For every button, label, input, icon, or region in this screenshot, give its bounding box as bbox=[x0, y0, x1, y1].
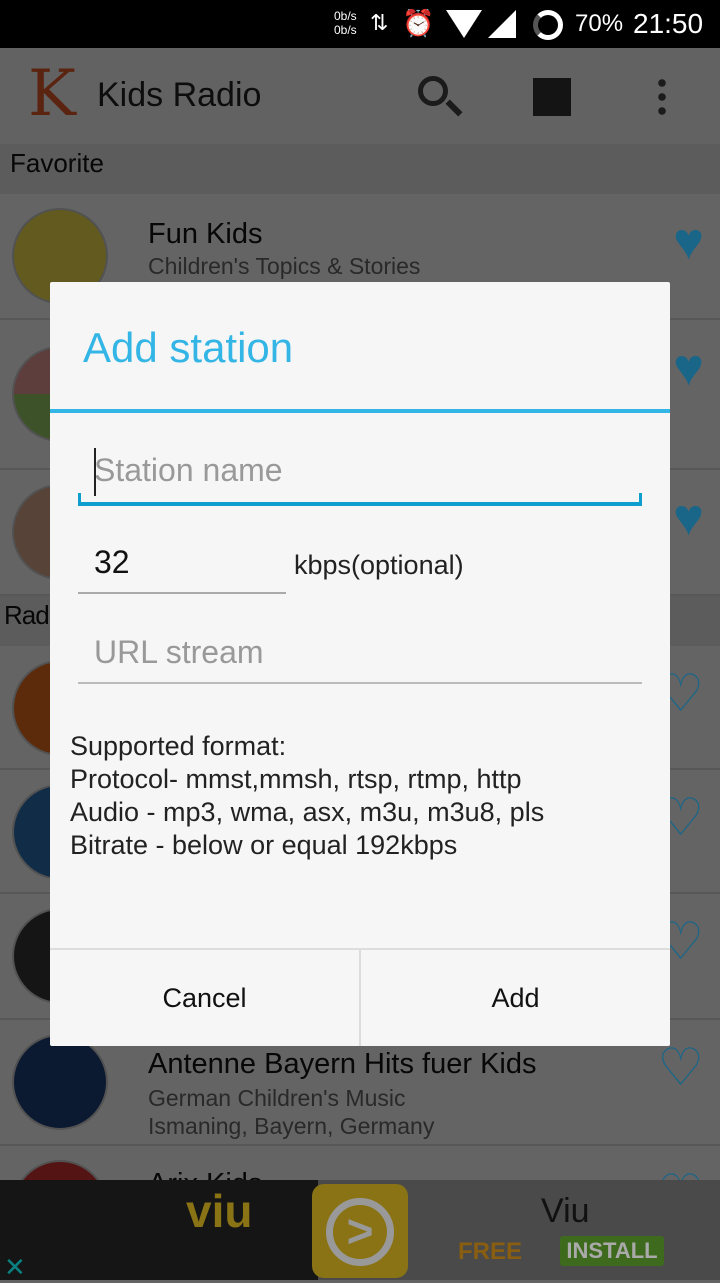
section-favorite: Favorite bbox=[0, 144, 720, 194]
ad-banner[interactable]: viu > Viu FREE INSTALL ✕ bbox=[0, 1180, 720, 1283]
signal-icon bbox=[488, 10, 516, 38]
station-name-input[interactable]: Station name bbox=[78, 448, 642, 506]
alarm-icon: ⏰ bbox=[402, 8, 435, 38]
network-speed: 0b/s 0b/s bbox=[334, 9, 357, 37]
ad-image: viu bbox=[0, 1180, 318, 1280]
wifi-icon bbox=[446, 10, 482, 38]
add-button[interactable]: Add bbox=[361, 950, 670, 1046]
station-subtitle: Children's Topics & Stories bbox=[148, 253, 421, 279]
app-bar: K Kids Radio bbox=[0, 48, 720, 144]
more-vert-icon[interactable] bbox=[658, 76, 666, 116]
app-icon: > bbox=[312, 1184, 408, 1278]
ad-brand: viu bbox=[186, 1185, 253, 1237]
title-divider bbox=[50, 409, 670, 413]
heart-filled-icon[interactable]: ♥ bbox=[673, 492, 704, 544]
supported-format-info: Supported format: Protocol- mmst,mmsh, rt… bbox=[70, 731, 545, 860]
status-bar: 0b/s 0b/s ⇅ ⏰ 70% 21:50 bbox=[0, 0, 720, 48]
close-ad-icon[interactable]: ✕ bbox=[4, 1252, 26, 1283]
dialog-title: Add station bbox=[83, 324, 294, 371]
app-logo: K bbox=[28, 57, 76, 131]
data-transfer-icon: ⇅ bbox=[370, 10, 389, 35]
heart-filled-icon[interactable]: ♥ bbox=[673, 216, 704, 268]
clock: 21:50 bbox=[633, 8, 704, 39]
ad-price: FREE bbox=[458, 1238, 523, 1265]
station-name: Antenne Bayern Hits fuer Kids bbox=[148, 1048, 537, 1080]
app-title: Kids Radio bbox=[97, 76, 262, 114]
url-stream-input[interactable]: URL stream bbox=[78, 634, 642, 684]
battery-icon bbox=[533, 10, 563, 40]
heart-filled-icon[interactable]: ♥ bbox=[673, 342, 704, 394]
bitrate-suffix: kbps(optional) bbox=[294, 550, 464, 580]
stop-icon[interactable] bbox=[533, 78, 571, 116]
station-name: Fun Kids bbox=[148, 218, 263, 250]
ad-app-name: Viu bbox=[541, 1192, 590, 1230]
add-station-dialog: Add station Station name 32 kbps(optiona… bbox=[50, 282, 670, 1046]
install-button[interactable]: INSTALL bbox=[560, 1236, 664, 1266]
heart-outline-icon[interactable]: ♡ bbox=[657, 1042, 704, 1094]
cancel-button[interactable]: Cancel bbox=[50, 950, 361, 1046]
station-subtitle: German Children's Music Ismaning, Bayern,… bbox=[148, 1085, 435, 1139]
text-cursor bbox=[94, 448, 96, 496]
bitrate-input[interactable]: 32 bbox=[78, 544, 286, 594]
battery-percent: 70% bbox=[575, 10, 624, 37]
search-icon[interactable] bbox=[418, 76, 448, 106]
station-logo bbox=[12, 1034, 108, 1130]
